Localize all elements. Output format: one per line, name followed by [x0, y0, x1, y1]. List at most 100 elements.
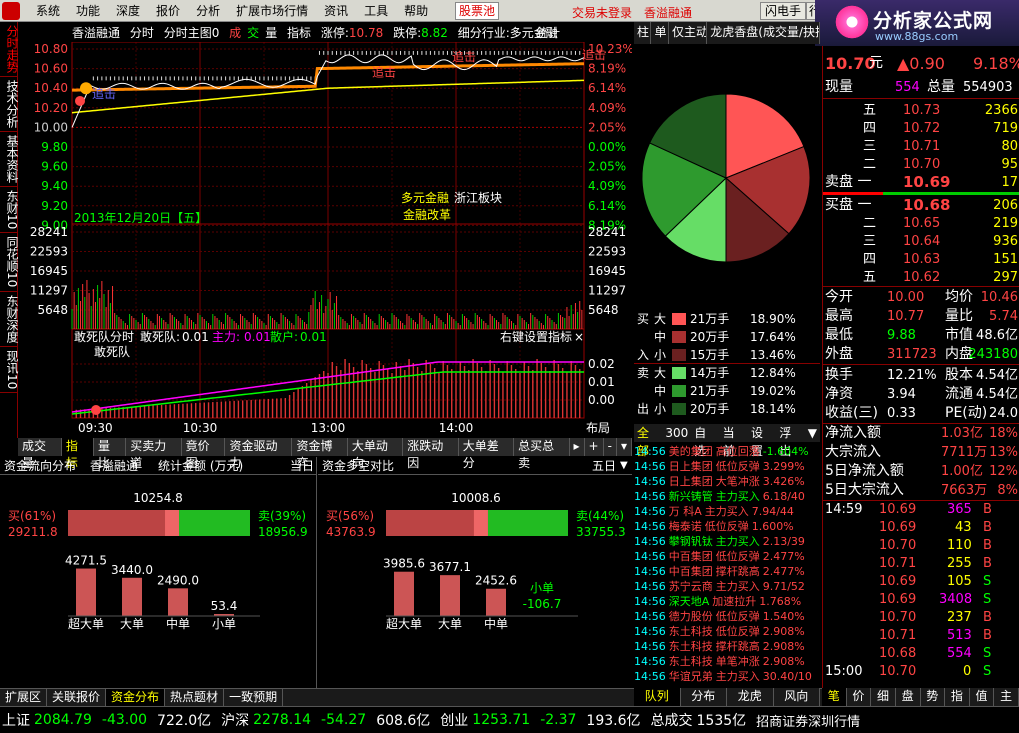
- queue-tab-1[interactable]: 分布: [681, 688, 727, 706]
- quote-tab-3[interactable]: 盘: [896, 688, 921, 706]
- menu-item-0[interactable]: 系统: [28, 3, 68, 19]
- alert-row[interactable]: 14:56 深天地A 加速拉升 1.768%: [634, 594, 822, 609]
- bid-price[interactable]: 10.63: [903, 250, 940, 269]
- trade-login-status[interactable]: 交易未登录: [572, 4, 632, 21]
- bid-price[interactable]: 10.65: [903, 214, 940, 233]
- left-tab-3[interactable]: 东财10: [0, 187, 19, 234]
- bid-price[interactable]: 10.62: [903, 268, 940, 287]
- menu-item-2[interactable]: 深度: [108, 3, 148, 19]
- ext-tab-3[interactable]: 热点题材: [165, 689, 225, 706]
- left-tab-6[interactable]: 现讯10: [0, 347, 19, 393]
- sector-tag-1[interactable]: 多元金融: [401, 190, 449, 205]
- bid-price[interactable]: 10.64: [903, 232, 940, 251]
- stock-pool-button[interactable]: 股票池: [455, 2, 500, 20]
- pie-tab-3[interactable]: 龙虎香盘(成交量/抉择): [707, 22, 821, 44]
- menu-item-4[interactable]: 分析: [188, 3, 228, 19]
- indicator-tab-8[interactable]: 涨跌动因: [403, 438, 459, 470]
- tab-scroll-control-icon[interactable]: ▾: [616, 438, 632, 456]
- alert-row[interactable]: 14:56 华谊兄弟 主力买入 30.40/10: [634, 669, 822, 684]
- alert-row[interactable]: 14:56 日上集团 低位反弹 3.299%: [634, 459, 822, 474]
- ext-tab-2[interactable]: 资金分布: [106, 689, 166, 706]
- bid-price[interactable]: 10.68: [903, 196, 950, 215]
- ext-tab-4[interactable]: 一致预期: [224, 689, 284, 706]
- quote-tab-7[interactable]: 主: [994, 688, 1019, 706]
- ask-price[interactable]: 10.72: [903, 119, 940, 138]
- indicator-tab-4[interactable]: 竟价图: [181, 438, 226, 470]
- tab-scroll-control-icon[interactable]: -: [603, 438, 617, 456]
- layout-button[interactable]: 布局: [586, 421, 610, 435]
- indicator-tab-2[interactable]: 量比: [94, 438, 127, 470]
- ask-price[interactable]: 10.73: [903, 101, 940, 120]
- quote-tab-4[interactable]: 势: [921, 688, 946, 706]
- indicator-settings-hint[interactable]: 右键设置指标: [500, 329, 572, 344]
- news-tab-1[interactable]: 300: [662, 424, 691, 442]
- sh-index-label[interactable]: 上证: [2, 710, 30, 730]
- quote-tab-6[interactable]: 值: [970, 688, 995, 706]
- news-tab-4[interactable]: 设置: [748, 424, 776, 458]
- cy-index-label[interactable]: 创业: [440, 710, 468, 730]
- indicator-button[interactable]: 指标: [287, 26, 311, 40]
- quote-tab-1[interactable]: 价: [847, 688, 872, 706]
- ask-price[interactable]: 10.71: [903, 137, 940, 156]
- alert-row[interactable]: 14:56 东土科技 低位反弹 2.908%: [634, 624, 822, 639]
- quote-tab-2[interactable]: 细: [871, 688, 896, 706]
- left-tab-4[interactable]: 同花顺10: [0, 233, 19, 292]
- indicator-tab-5[interactable]: 资金驱动力: [225, 438, 293, 470]
- sector-tag-3[interactable]: 金融改革: [403, 207, 451, 222]
- chart-main-indicator[interactable]: 分时主图0: [164, 26, 220, 40]
- alert-row[interactable]: 14:56 德力股份 低位反弹 1.540%: [634, 609, 822, 624]
- quote-tab-0[interactable]: 笔: [822, 688, 847, 706]
- intraday-chart[interactable]: 10.80 10.23%10.60 8.19%10.40 6.14%10.20 4.09…: [18, 42, 632, 438]
- ext-tab-0[interactable]: 扩展区: [0, 689, 48, 706]
- alert-row[interactable]: 14:56 中百集团 撑杆跳高 2.477%: [634, 564, 822, 579]
- ask-price[interactable]: 10.69: [903, 173, 950, 192]
- quote-tab-5[interactable]: 指: [945, 688, 970, 706]
- alert-row[interactable]: 14:56 新兴铸管 主力买入 6.18/40: [634, 489, 822, 504]
- close-indicator-icon[interactable]: ×: [574, 330, 584, 344]
- ask-price[interactable]: 10.70: [903, 155, 940, 174]
- alert-row[interactable]: 14:56 梅泰诺 低位反弹 1.600%: [634, 519, 822, 534]
- menu-item-8[interactable]: 帮助: [396, 3, 436, 19]
- pie-tab-2[interactable]: 仅主动: [669, 22, 708, 44]
- tab-scroll-control-icon[interactable]: ▸: [569, 438, 585, 456]
- indicator-tab-9[interactable]: 大单差分: [458, 438, 515, 470]
- sector-tag-2[interactable]: 浙江板块: [454, 191, 502, 205]
- stat-button[interactable]: 统计: [536, 25, 560, 41]
- alert-row[interactable]: 14:56 美的集团 高位回落 -1.604%: [634, 444, 822, 459]
- menu-item-6[interactable]: 资讯: [316, 3, 356, 19]
- pie-tab-0[interactable]: 柱: [634, 22, 652, 44]
- chart-mode-button[interactable]: 分时: [130, 26, 154, 40]
- indicator-tab-7[interactable]: 大单动向: [347, 438, 404, 470]
- indicator-tab-6[interactable]: 资金博弈: [292, 438, 348, 470]
- news-tab-0[interactable]: 全部: [634, 424, 662, 458]
- menu-item-5[interactable]: 扩展市场行情: [228, 3, 316, 19]
- tab-scroll-control-icon[interactable]: +: [584, 438, 604, 456]
- left-tab-1[interactable]: 技术分析: [0, 77, 19, 132]
- menu-item-7[interactable]: 工具: [356, 3, 396, 19]
- indicator-tab-0[interactable]: 成交量: [18, 438, 62, 470]
- lower-indicator-name[interactable]: 敢死队分时: [74, 329, 134, 344]
- alert-row[interactable]: 14:56 攀钢钒钛 主力买入 2.13/39: [634, 534, 822, 549]
- menu-item-1[interactable]: 功能: [68, 3, 108, 19]
- left-tab-0[interactable]: 分时走势: [0, 22, 19, 77]
- alert-row[interactable]: 14:56 日上集团 大笔冲涨 3.426%: [634, 474, 822, 489]
- queue-tab-0[interactable]: 队列: [634, 688, 681, 706]
- alert-row[interactable]: 14:56 万 科A 主力买入 7.94/44: [634, 504, 822, 519]
- queue-tab-3[interactable]: 风向: [774, 688, 820, 706]
- flash-trade-button[interactable]: 闪电手: [760, 2, 807, 20]
- news-dropdown-icon[interactable]: ▼: [805, 424, 820, 442]
- duikong-period[interactable]: 五日: [592, 457, 616, 475]
- news-tab-3[interactable]: 当前: [720, 424, 748, 458]
- queue-tab-2[interactable]: 龙虎: [727, 688, 774, 706]
- menu-item-3[interactable]: 报价: [148, 3, 188, 19]
- news-tab-5[interactable]: 浮出: [776, 424, 804, 458]
- hs-index-label[interactable]: 沪深: [221, 710, 249, 730]
- news-tab-2[interactable]: 自选: [691, 424, 719, 458]
- pie-tab-1[interactable]: 单: [651, 22, 669, 44]
- indicator-tab-3[interactable]: 买卖力道: [126, 438, 182, 470]
- alert-row[interactable]: 14:56 东土科技 单笔冲涨 2.908%: [634, 654, 822, 669]
- flow-period[interactable]: 当日: [290, 457, 314, 475]
- alert-row[interactable]: 14:56 东土科技 撑杆跳高 2.908%: [634, 639, 822, 654]
- ext-tab-1[interactable]: 关联报价: [47, 689, 107, 706]
- left-tab-5[interactable]: 东财深度: [0, 292, 19, 347]
